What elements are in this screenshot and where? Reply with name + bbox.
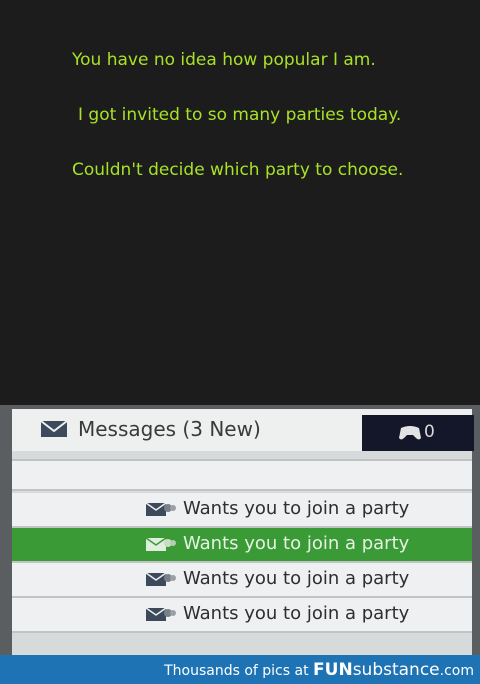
message-row-2[interactable]: Wants you to join a party [12,528,472,563]
message-label: Wants you to join a party [183,603,410,624]
controller-count: 0 [424,422,435,442]
party-invite-icon [146,502,176,516]
message-label: Wants you to join a party [183,533,410,554]
message-label: Wants you to join a party [183,568,410,589]
party-invite-icon [146,572,176,586]
footer-prefix: Thousands of pics at [164,663,309,679]
controller-icon [399,426,421,440]
messages-title: Messages (3 New) [78,417,261,441]
party-invite-icon [146,537,176,551]
messages-header: Messages (3 New) 0 [12,409,474,451]
controller-status[interactable]: 0 [362,415,474,451]
message-row-1[interactable]: Wants you to join a party [12,493,472,528]
envelope-icon [40,420,68,437]
site-footer: Thousands of pics at FUNsubstance.com [0,655,480,684]
messages-panel: Messages (3 New) 0 Wants you to join a p… [12,409,474,655]
footer-brand-bold: FUN [313,660,353,680]
caption-line-1: You have no idea how popular I am. [72,50,376,70]
message-label: Wants you to join a party [183,498,410,519]
caption-line-3: Couldn't decide which party to choose. [72,160,404,180]
footer-brand-rest: substance [352,660,440,680]
footer-credit[interactable]: Thousands of pics at FUNsubstance.com [164,660,474,680]
party-invite-icon [146,607,176,621]
footer-domain: .com [439,663,474,679]
message-row-3[interactable]: Wants you to join a party [12,563,472,598]
caption-line-2: I got invited to so many parties today. [78,105,402,125]
screen-photo: Messages (3 New) 0 Wants you to join a p… [0,405,480,655]
message-row-4[interactable]: Wants you to join a party [12,598,472,633]
blank-row [12,461,472,491]
